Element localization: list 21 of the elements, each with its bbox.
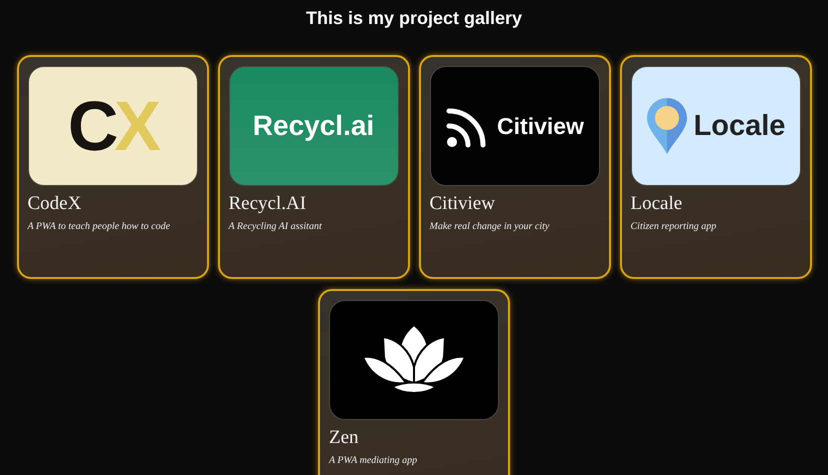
- page-title: This is my project gallery: [306, 8, 522, 29]
- project-description: A PWA to teach people how to code: [28, 221, 170, 232]
- logo-text: Recycl.ai: [252, 110, 374, 142]
- project-name: CodeX: [28, 193, 82, 215]
- logo-text: Locale: [694, 110, 786, 142]
- project-description: A PWA mediating app: [329, 455, 418, 466]
- project-name: Citiview: [430, 193, 495, 215]
- project-name: Recycl.AI: [228, 193, 306, 215]
- project-name: Locale: [630, 193, 682, 215]
- project-card[interactable]: Citiview Citiview Make real change in your city: [418, 55, 610, 279]
- map-pin-icon: [646, 97, 688, 155]
- project-card[interactable]: Locale Locale Citizen reporting app: [620, 55, 812, 279]
- project-description: Make real change in your city: [430, 221, 550, 232]
- project-description: Citizen reporting app: [630, 221, 716, 232]
- project-card[interactable]: CX CodeX A PWA to teach people how to code: [16, 55, 208, 279]
- logo-text: Citiview: [497, 112, 584, 140]
- project-card[interactable]: Zen A PWA mediating app: [318, 289, 510, 475]
- project-name: Zen: [329, 427, 359, 449]
- logo-text: CX: [68, 86, 158, 166]
- project-description: A Recycling AI assitant: [228, 221, 322, 232]
- project-card[interactable]: Recycl.ai Recycl.AI A Recycling AI assitant: [218, 55, 410, 279]
